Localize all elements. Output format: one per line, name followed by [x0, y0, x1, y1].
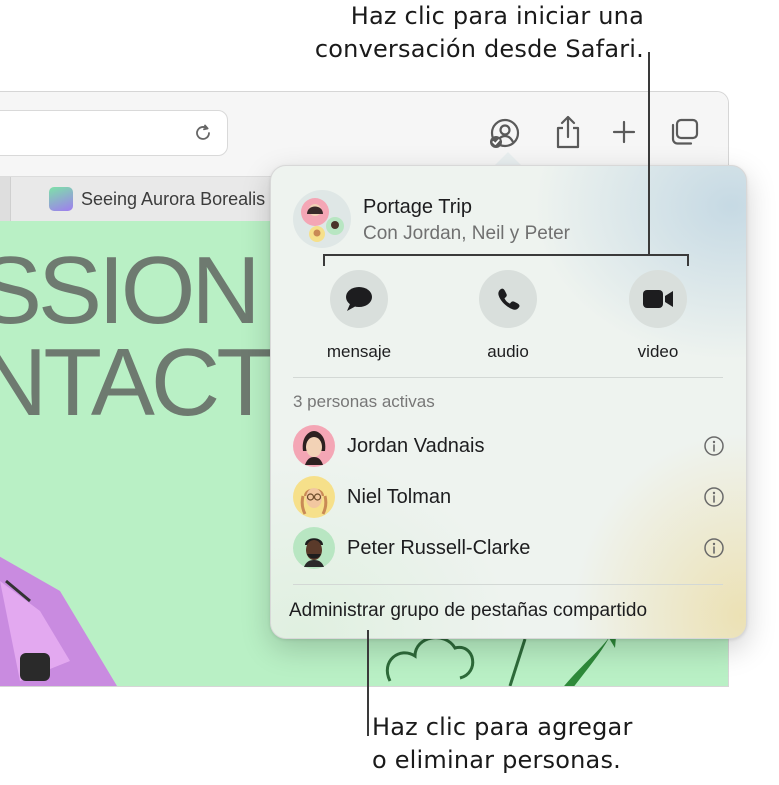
tab-overview-icon[interactable]	[667, 117, 701, 149]
toolbar	[0, 92, 728, 176]
phone-icon	[498, 288, 520, 310]
person-name: Niel Tolman	[347, 485, 452, 508]
share-with-people-icon[interactable]	[486, 116, 522, 152]
info-icon[interactable]	[703, 486, 725, 508]
message-label: mensaje	[326, 342, 392, 361]
bracket-left-tick	[323, 254, 325, 266]
new-tab-plus-icon[interactable]	[610, 118, 638, 146]
previous-tab[interactable]	[0, 177, 11, 221]
divider-bottom	[293, 584, 723, 585]
avatar	[293, 425, 335, 467]
reload-icon[interactable]	[191, 121, 215, 145]
leader-line-bottom-vertical	[367, 630, 369, 736]
address-bar[interactable]	[0, 110, 228, 156]
share-icon[interactable]	[552, 114, 584, 150]
audio-label: audio	[487, 342, 529, 361]
group-members: Con Jordan, Neil y Peter	[363, 223, 570, 244]
video-camera-icon	[643, 290, 673, 308]
person-name: Peter Russell-Clarke	[347, 536, 531, 559]
audio-button[interactable]: audio	[458, 270, 558, 362]
video-button-circle[interactable]	[629, 270, 687, 328]
callout-bottom-line2: o eliminar personas.	[372, 746, 621, 774]
callout-bottom-line1: Haz clic para agregar	[372, 713, 633, 741]
callout-start-conversation: Haz clic para iniciar una conversación d…	[270, 0, 644, 66]
tab-title: Seeing Aurora Borealis	[81, 188, 266, 209]
callout-top-line2: conversación desde Safari.	[314, 35, 644, 63]
tab-seeing-aurora[interactable]: Seeing Aurora Borealis	[11, 177, 273, 221]
leader-line-top-vertical	[648, 52, 650, 255]
info-icon[interactable]	[703, 435, 725, 457]
shared-tab-group-popover: Portage Trip Con Jordan, Neil y Peter me…	[270, 165, 747, 639]
callout-top-line1: Haz clic para iniciar una	[350, 2, 644, 30]
callout-manage-people: Haz clic para agregar o eliminar persona…	[372, 711, 752, 777]
bracket-right-tick	[687, 254, 689, 266]
message-bubble-icon	[346, 287, 372, 311]
person-name: Jordan Vadnais	[347, 434, 485, 457]
popover-arrow	[494, 152, 522, 166]
manage-shared-tab-group-link[interactable]: Administrar grupo de pestañas compartido	[289, 600, 647, 622]
active-people-title: 3 personas activas	[293, 392, 435, 411]
group-title: Portage Trip	[363, 196, 472, 218]
avatar	[293, 476, 335, 518]
info-icon[interactable]	[703, 537, 725, 559]
message-button[interactable]: mensaje	[309, 270, 409, 362]
group-avatar	[293, 190, 351, 248]
conversation-actions: mensaje audio video	[271, 270, 746, 366]
favicon-icon	[49, 187, 73, 211]
message-button-circle[interactable]	[330, 270, 388, 328]
avatar	[293, 527, 335, 569]
person-row[interactable]: Peter Russell-Clarke	[293, 526, 725, 570]
video-button[interactable]: video	[608, 270, 708, 362]
person-row[interactable]: Niel Tolman	[293, 475, 725, 519]
divider-top	[293, 377, 723, 378]
bracket-horizontal	[323, 254, 689, 256]
person-row[interactable]: Jordan Vadnais	[293, 424, 725, 468]
audio-button-circle[interactable]	[479, 270, 537, 328]
video-label: video	[637, 342, 679, 361]
